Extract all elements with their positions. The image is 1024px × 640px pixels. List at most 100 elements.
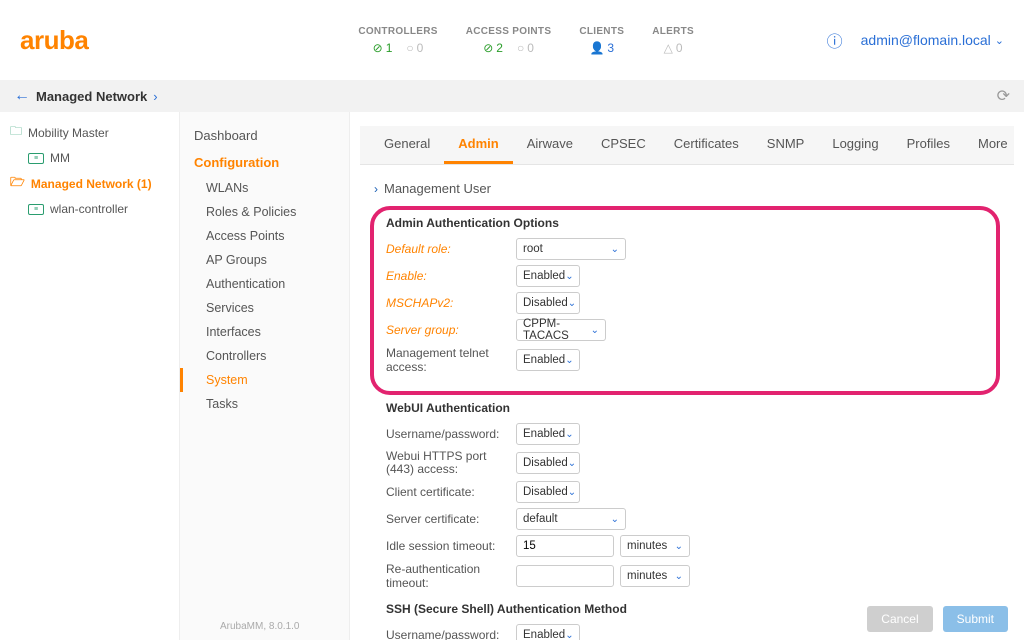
idle-timeout-unit[interactable]: minutes⌄ [620,535,690,557]
reauth-timeout-label: Re-authentication timeout: [386,562,516,590]
mschap-label: MSCHAPv2: [386,296,516,310]
check-icon: ⊘ 1 [373,41,393,55]
help-icon[interactable]: ⓘ [827,28,843,52]
tree-managed-network[interactable]: 🗁Managed Network (1) [0,169,179,198]
back-arrow-icon[interactable]: ← [14,87,30,105]
tree-mobility-master[interactable]: 🗀Mobility Master [0,118,179,147]
admin-auth-highlight: Admin Authentication Options Default rol… [370,206,1000,395]
server-cert-label: Server certificate: [386,512,516,526]
webui-userpass-label: Username/password: [386,427,516,441]
nav-authentication[interactable]: Authentication [180,272,349,296]
tab-logging[interactable]: Logging [818,126,892,164]
nav-system[interactable]: System [180,368,349,392]
folder-open-icon: 🗁 [10,173,25,194]
server-group-select[interactable]: CPPM-TACACS⌄ [516,319,606,341]
device-icon: ≡ [28,204,44,215]
idle-timeout-input[interactable] [516,535,614,557]
telnet-label: Management telnet access: [386,346,516,374]
stat-clients[interactable]: CLIENTS 👤 3 [579,26,624,55]
chevron-down-icon: ⌄ [565,630,573,640]
breadcrumb-title: Managed Network [36,89,147,104]
nav-configuration[interactable]: Configuration [180,149,349,176]
chevron-down-icon: ⌄ [675,541,683,552]
tab-admin[interactable]: Admin [444,126,512,164]
tab-more[interactable]: More [964,126,1022,164]
telnet-select[interactable]: Enabled⌄ [516,349,580,371]
breadcrumb-bar: ← Managed Network › ⟳ [0,80,1024,112]
nav-services[interactable]: Services [180,296,349,320]
tab-airwave[interactable]: Airwave [513,126,587,164]
tab-profiles[interactable]: Profiles [893,126,964,164]
webui-userpass-select[interactable]: Enabled⌄ [516,423,580,445]
stat-access-points[interactable]: ACCESS POINTS ⊘ 2 ○ 0 [466,26,552,55]
mschap-select[interactable]: Disabled⌄ [516,292,580,314]
folder-icon: 🗀 [10,122,22,143]
default-role-select[interactable]: root⌄ [516,238,626,260]
submit-button[interactable]: Submit [943,606,1008,632]
dim-icon: ○ 0 [406,41,423,55]
tab-certificates[interactable]: Certificates [660,126,753,164]
tab-bar: General Admin Airwave CPSEC Certificates… [360,126,1014,165]
brand-logo: aruba [20,25,88,56]
idle-timeout-label: Idle session timeout: [386,539,516,553]
tree-panel: 🗀Mobility Master ≡MM 🗁Managed Network (1… [0,112,180,640]
nav-controllers[interactable]: Controllers [180,344,349,368]
chevron-down-icon: ⌄ [675,571,683,582]
chevron-down-icon: ⌄ [591,325,599,336]
webui-https-label: Webui HTTPS port (443) access: [386,450,516,476]
dim-icon: ○ 0 [517,41,534,55]
chevron-down-icon: ⌄ [611,514,619,525]
side-nav: Dashboard Configuration WLANs Roles & Po… [180,112,350,640]
nav-dashboard[interactable]: Dashboard [180,122,349,149]
nav-interfaces[interactable]: Interfaces [180,320,349,344]
chevron-down-icon: ⌄ [565,355,573,366]
tab-cpsec[interactable]: CPSEC [587,126,660,164]
reauth-timeout-input[interactable] [516,565,614,587]
client-cert-label: Client certificate: [386,485,516,499]
alert-icon: △ 0 [664,41,683,55]
server-cert-select[interactable]: default⌄ [516,508,626,530]
person-icon: 👤 3 [589,41,614,55]
stat-controllers[interactable]: CONTROLLERS ⊘ 1 ○ 0 [358,26,437,55]
chevron-right-icon[interactable]: › [153,89,157,104]
nav-access-points[interactable]: Access Points [180,224,349,248]
sync-icon[interactable]: ⟳ [997,86,1010,106]
admin-auth-title: Admin Authentication Options [386,216,984,230]
tree-wlan-controller[interactable]: ≡wlan-controller [0,198,179,220]
version-label: ArubaMM, 8.0.1.0 [220,621,299,632]
tab-snmp[interactable]: SNMP [753,126,819,164]
webui-https-select[interactable]: Disabled⌄ [516,452,580,474]
device-icon: ≡ [28,153,44,164]
user-menu[interactable]: admin@flomain.local ⌄ [861,32,1004,48]
default-role-label: Default role: [386,242,516,256]
webui-auth-title: WebUI Authentication [386,401,1000,415]
chevron-down-icon: ⌄ [611,244,619,255]
ssh-userpass-select[interactable]: Enabled⌄ [516,624,580,640]
main-panel: General Admin Airwave CPSEC Certificates… [350,112,1024,640]
nav-ap-groups[interactable]: AP Groups [180,248,349,272]
reauth-timeout-unit[interactable]: minutes⌄ [620,565,690,587]
stat-alerts[interactable]: ALERTS △ 0 [652,26,694,55]
enable-select[interactable]: Enabled⌄ [516,265,580,287]
chevron-down-icon: ⌄ [568,298,576,309]
chevron-down-icon: ⌄ [565,271,573,282]
chevron-down-icon: ⌄ [995,34,1004,47]
nav-tasks[interactable]: Tasks [180,392,349,416]
server-group-label: Server group: [386,323,516,337]
nav-roles-policies[interactable]: Roles & Policies [180,200,349,224]
section-management-user[interactable]: ›Management User [374,175,1000,202]
ssh-userpass-label: Username/password: [386,628,516,640]
chevron-down-icon: ⌄ [568,458,576,469]
cancel-button[interactable]: Cancel [867,606,932,632]
chevron-right-icon: › [374,182,378,196]
nav-wlans[interactable]: WLANs [180,176,349,200]
tab-general[interactable]: General [370,126,444,164]
stats-bar: CONTROLLERS ⊘ 1 ○ 0 ACCESS POINTS ⊘ 2 ○ … [358,26,694,55]
tree-mm[interactable]: ≡MM [0,147,179,169]
check-icon: ⊘ 2 [483,41,503,55]
topbar: aruba CONTROLLERS ⊘ 1 ○ 0 ACCESS POINTS … [0,0,1024,80]
chevron-down-icon: ⌄ [568,487,576,498]
client-cert-select[interactable]: Disabled⌄ [516,481,580,503]
chevron-down-icon: ⌄ [565,429,573,440]
enable-label: Enable: [386,269,516,283]
